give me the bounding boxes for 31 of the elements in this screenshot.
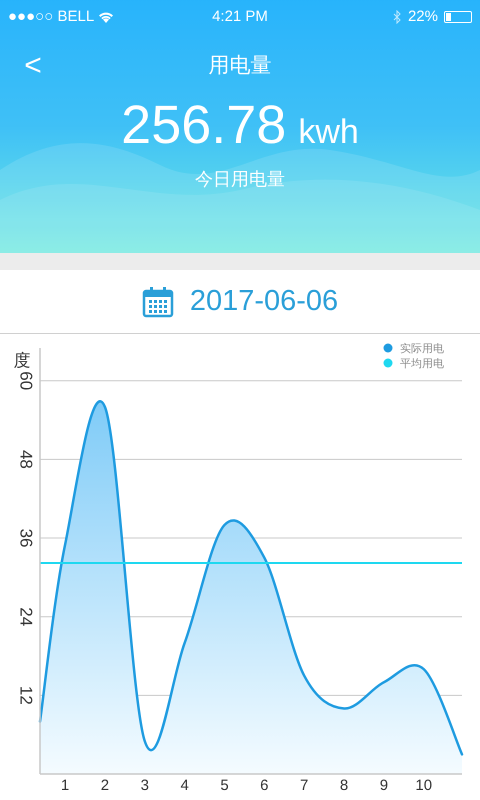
page-title: 用电量 bbox=[208, 53, 272, 80]
x-tick-label: 6 bbox=[260, 777, 269, 794]
y-tick-label: 24 bbox=[16, 607, 36, 626]
status-time: 4:21 PM bbox=[212, 6, 268, 27]
x-tick-label: 7 bbox=[300, 777, 308, 794]
usage-caption: 今日用电量 bbox=[195, 168, 285, 191]
legend-label: 平均用电 bbox=[400, 358, 444, 370]
date-label[interactable]: 2017-06-06 bbox=[190, 280, 338, 324]
usage-value: 256.78 bbox=[121, 98, 286, 152]
x-tick-label: 8 bbox=[340, 777, 348, 794]
x-tick-label: 4 bbox=[180, 777, 189, 794]
x-tick-label: 2 bbox=[100, 777, 110, 794]
x-tick-label: 5 bbox=[220, 777, 229, 794]
y-tick-label: 48 bbox=[16, 450, 36, 469]
usage-unit: kwh bbox=[298, 115, 359, 149]
legend-label: 实际用电 bbox=[400, 343, 444, 355]
x-tick-label: 3 bbox=[140, 777, 149, 794]
back-button[interactable]: < bbox=[18, 51, 48, 81]
y-tick-label: 12 bbox=[16, 686, 36, 705]
x-tick-label: 10 bbox=[415, 777, 432, 794]
battery-percent: 22% bbox=[408, 6, 438, 27]
calendar-icon bbox=[142, 286, 174, 318]
y-tick-label: 60 bbox=[16, 371, 36, 390]
x-tick-label: 1 bbox=[60, 777, 70, 794]
y-axis-label: 度 bbox=[14, 351, 30, 370]
wifi-icon bbox=[98, 11, 114, 23]
carrier-label: ●●●○○ BELL bbox=[8, 6, 94, 27]
battery-icon bbox=[444, 11, 472, 23]
y-tick-label: 36 bbox=[16, 528, 36, 548]
x-tick-label: 9 bbox=[380, 777, 388, 794]
bluetooth-icon bbox=[392, 10, 402, 24]
